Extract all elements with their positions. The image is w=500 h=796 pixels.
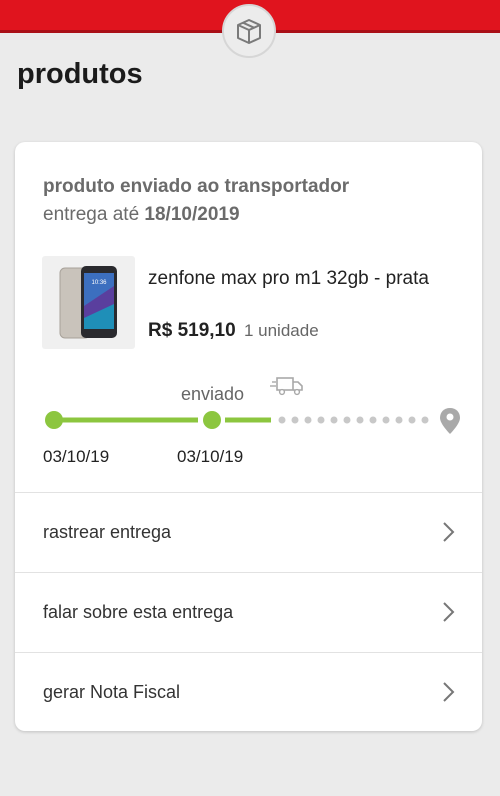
shipment-status: produto enviado ao transportador bbox=[43, 176, 350, 197]
product-image[interactable]: 10:36 bbox=[42, 256, 135, 349]
track-delivery-row[interactable]: rastrear entrega bbox=[15, 493, 482, 572]
timeline-step2-date: 03/10/19 bbox=[177, 447, 244, 466]
package-box-icon bbox=[237, 19, 261, 44]
delivery-prefix: entrega até bbox=[43, 204, 140, 225]
timeline-pending-dots bbox=[278, 416, 429, 424]
price-row: R$ 519,10 1 unidade bbox=[148, 320, 319, 342]
talk-about-delivery-label: falar sobre esta entrega bbox=[43, 602, 234, 622]
product-name[interactable]: zenfone max pro m1 32gb - prata bbox=[148, 265, 448, 292]
timeline-step1-dot bbox=[45, 411, 63, 429]
package-badge bbox=[222, 4, 276, 58]
delivery-estimate: entrega até 18/10/2019 bbox=[43, 204, 240, 226]
track-delivery-label: rastrear entrega bbox=[43, 522, 172, 542]
phone-icon: 10:36 bbox=[59, 266, 117, 339]
talk-about-delivery-row[interactable]: falar sobre esta entrega bbox=[15, 573, 482, 652]
timeline-step2-dot bbox=[203, 411, 221, 429]
delivery-date: 18/10/2019 bbox=[144, 204, 240, 225]
destination-pin-icon bbox=[440, 408, 460, 434]
order-card: produto enviado ao transportador entrega… bbox=[15, 142, 482, 731]
delivery-timeline bbox=[45, 377, 460, 434]
svg-text:10:36: 10:36 bbox=[91, 280, 107, 286]
truck-icon bbox=[270, 377, 303, 396]
product-quantity: 1 unidade bbox=[243, 321, 319, 340]
chevron-right-icon bbox=[443, 602, 455, 622]
page-title: produtos bbox=[17, 58, 143, 90]
generate-invoice-row[interactable]: gerar Nota Fiscal bbox=[15, 653, 482, 731]
generate-invoice-label: gerar Nota Fiscal bbox=[43, 682, 181, 702]
product-price: R$ 519,10 bbox=[148, 320, 236, 341]
chevron-right-icon bbox=[443, 682, 455, 702]
chevron-right-icon bbox=[443, 522, 455, 542]
timeline-step1-date: 03/10/19 bbox=[43, 447, 110, 466]
